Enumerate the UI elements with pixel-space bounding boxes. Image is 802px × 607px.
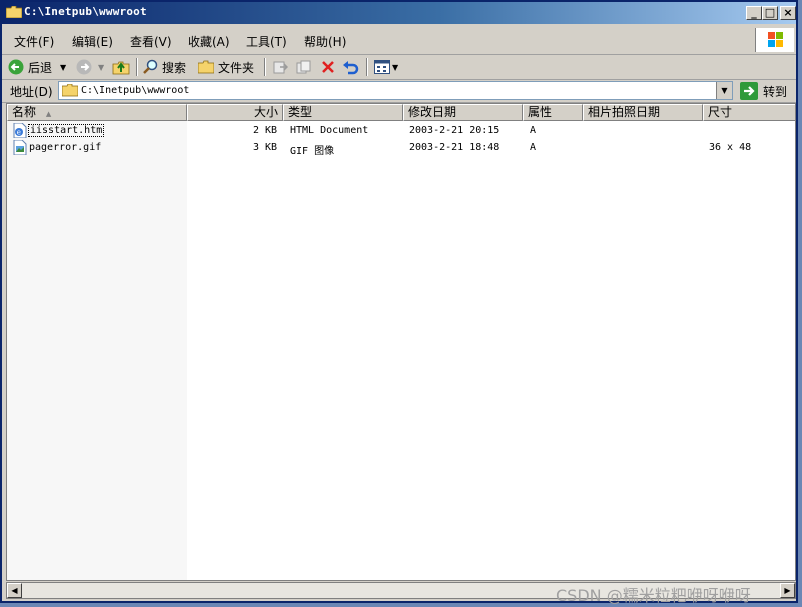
delete-button[interactable] xyxy=(320,57,336,77)
scroll-right-icon[interactable]: ▶ xyxy=(780,583,795,598)
file-type: HTML Document xyxy=(290,125,369,136)
views-button[interactable]: ▼ xyxy=(374,57,398,77)
views-icon xyxy=(374,60,390,74)
html-file-icon: e xyxy=(13,123,27,138)
address-label: 地址(D) xyxy=(10,85,53,99)
folders-button[interactable]: 文件夹 xyxy=(198,57,254,77)
search-label: 搜索 xyxy=(162,60,187,75)
maximize-button[interactable]: □ xyxy=(762,6,778,20)
column-header-type[interactable]: 类型 xyxy=(283,104,403,121)
file-list[interactable]: 名称 ▲ 大小 类型 修改日期 属性 相片拍照日期 尺寸 e iisstart.… xyxy=(6,103,796,581)
up-folder-icon xyxy=(112,61,130,75)
sorted-column-highlight xyxy=(7,121,187,580)
sort-ascending-icon: ▲ xyxy=(45,110,52,118)
file-size: 2 KB xyxy=(253,125,278,136)
file-dimensions: 36 x 48 xyxy=(709,142,752,153)
file-name: iisstart.htm xyxy=(27,124,105,137)
address-value: C:\Inetpub\wwwroot xyxy=(81,85,190,96)
undo-button[interactable] xyxy=(342,57,360,77)
go-arrow-icon xyxy=(740,82,758,100)
back-arrow-icon xyxy=(8,59,24,75)
column-header-dimensions[interactable]: 尺寸 xyxy=(703,104,795,121)
go-label: 转到 xyxy=(763,84,788,99)
back-dropdown-icon[interactable]: ▼ xyxy=(60,63,66,72)
views-dropdown-icon[interactable]: ▼ xyxy=(392,63,398,72)
menu-file[interactable]: 文件(F) xyxy=(14,33,54,50)
column-headers: 名称 ▲ 大小 类型 修改日期 属性 相片拍照日期 尺寸 xyxy=(7,104,795,121)
toolbar-separator xyxy=(366,58,368,76)
search-icon xyxy=(143,59,158,74)
toolbar-separator xyxy=(264,58,266,76)
column-header-name[interactable]: 名称 ▲ xyxy=(7,104,187,121)
minimize-button[interactable]: _ xyxy=(746,6,762,20)
menu-edit[interactable]: 编辑(E) xyxy=(72,33,113,50)
svg-text:e: e xyxy=(17,129,21,137)
window-title: C:\Inetpub\wwwroot xyxy=(24,5,147,18)
move-to-icon xyxy=(273,61,288,74)
delete-icon xyxy=(322,61,334,73)
title-bar[interactable]: C:\Inetpub\wwwroot _ □ × xyxy=(2,2,796,24)
explorer-window: C:\Inetpub\wwwroot _ □ × 文件(F) 编辑(E) 查看(… xyxy=(0,0,798,605)
gif-image-icon xyxy=(13,140,27,155)
copy-to-icon xyxy=(296,60,311,74)
windows-logo-icon xyxy=(755,28,794,52)
file-name: pagerror.gif xyxy=(29,142,102,153)
folder-icon xyxy=(6,6,22,18)
column-header-attributes[interactable]: 属性 xyxy=(523,104,583,121)
forward-arrow-icon xyxy=(76,59,92,75)
search-button[interactable]: 搜索 xyxy=(142,57,186,77)
folders-label: 文件夹 xyxy=(218,60,255,75)
address-input[interactable]: C:\Inetpub\wwwroot ▼ xyxy=(58,81,733,100)
menu-help[interactable]: 帮助(H) xyxy=(304,33,346,50)
toolbar: 后退 ▼ ▼ 搜索 文件夹 ▼ xyxy=(2,55,796,80)
forward-dropdown-icon[interactable]: ▼ xyxy=(98,63,104,72)
menu-bar: 文件(F) 编辑(E) 查看(V) 收藏(A) 工具(T) 帮助(H) xyxy=(2,26,796,55)
address-bar: 地址(D) C:\Inetpub\wwwroot ▼ 转到 xyxy=(2,80,796,103)
close-button[interactable]: × xyxy=(780,6,796,20)
back-button[interactable]: 后退 ▼ xyxy=(8,57,66,77)
column-header-modified[interactable]: 修改日期 xyxy=(403,104,523,121)
column-header-size[interactable]: 大小 xyxy=(187,104,283,121)
file-type: GIF 图像 xyxy=(290,146,335,157)
up-folder-button[interactable] xyxy=(112,57,130,77)
menu-favorites[interactable]: 收藏(A) xyxy=(188,33,230,50)
undo-icon xyxy=(343,61,359,75)
menu-tools[interactable]: 工具(T) xyxy=(246,33,287,50)
column-header-label: 名称 xyxy=(12,105,37,119)
file-modified: 2003-2-21 20:15 xyxy=(409,125,500,136)
file-modified: 2003-2-21 18:48 xyxy=(409,142,500,153)
move-to-button[interactable] xyxy=(272,57,288,77)
folders-icon xyxy=(198,60,214,74)
back-label: 后退 xyxy=(28,60,53,75)
folder-icon xyxy=(62,84,78,97)
copy-to-button[interactable] xyxy=(296,57,312,77)
watermark: CSDN @糯米粒粑咿呀咿呀 xyxy=(556,586,751,605)
address-dropdown-icon[interactable]: ▼ xyxy=(716,82,732,99)
column-header-photo-date[interactable]: 相片拍照日期 xyxy=(583,104,703,121)
file-attributes: A xyxy=(530,142,537,153)
file-row[interactable]: pagerror.gif 3 KB GIF 图像 2003-2-21 18:48… xyxy=(7,140,795,157)
file-row[interactable]: e iisstart.htm 2 KB HTML Document 2003-2… xyxy=(7,123,795,139)
toolbar-separator xyxy=(136,58,138,76)
forward-button[interactable]: ▼ xyxy=(76,57,104,77)
scroll-left-icon[interactable]: ◀ xyxy=(7,583,22,598)
file-size: 3 KB xyxy=(253,142,278,153)
menu-view[interactable]: 查看(V) xyxy=(130,33,172,50)
file-attributes: A xyxy=(530,125,537,136)
go-button[interactable]: 转到 xyxy=(740,82,787,100)
